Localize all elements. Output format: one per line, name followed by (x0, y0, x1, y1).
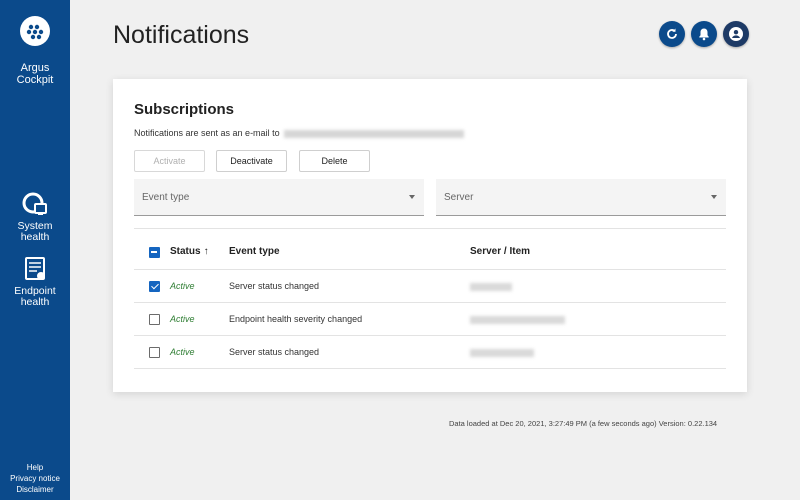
status-cell: Active (170, 281, 195, 291)
help-link[interactable]: Help (0, 462, 70, 473)
row-checkbox[interactable] (149, 347, 160, 358)
privacy-notice-link[interactable]: Privacy notice (0, 473, 70, 484)
top-actions (659, 21, 749, 47)
server-item-cell (470, 314, 565, 324)
select-all-checkbox[interactable] (149, 247, 160, 258)
table-header: Status ↑ Event type Server / Item (134, 235, 726, 270)
account-icon (729, 27, 743, 41)
deactivate-button[interactable]: Deactivate (216, 150, 287, 172)
argus-logo-icon (20, 16, 50, 46)
bell-icon (699, 28, 709, 41)
dropdown-arrow-icon (711, 195, 717, 199)
event-type-column-header: Event type (229, 246, 280, 257)
status-column-header[interactable]: Status ↑ (170, 246, 209, 257)
event-type-placeholder: Event type (142, 192, 190, 203)
sidebar-footer: Help Privacy notice Disclaimer (0, 462, 70, 495)
brand-label: Argus Cockpit (16, 62, 54, 86)
divider (134, 228, 726, 229)
refresh-icon (667, 28, 677, 39)
account-button[interactable] (723, 21, 749, 47)
delete-button[interactable]: Delete (299, 150, 370, 172)
endpoint-health-icon (25, 257, 45, 280)
redacted-server (470, 315, 565, 324)
sidebar-item-label: System health (17, 220, 53, 243)
redacted-server (470, 348, 534, 357)
brand[interactable]: Argus Cockpit (0, 16, 70, 86)
redacted-email (284, 129, 465, 138)
server-select[interactable]: Server (436, 179, 726, 216)
table-row[interactable]: Active Server status changed (134, 336, 726, 369)
row-checkbox[interactable] (149, 314, 160, 325)
data-loaded-info: Data loaded at Dec 20, 2021, 3:27:49 PM … (449, 419, 718, 428)
event-type-cell: Server status changed (229, 347, 320, 357)
status-cell: Active (170, 314, 195, 324)
table-row[interactable]: Active Endpoint health severity changed (134, 303, 726, 336)
notifications-button[interactable] (691, 21, 717, 47)
email-notice: Notifications are sent as an e-mail to (134, 128, 465, 138)
server-placeholder: Server (444, 192, 474, 203)
activate-button[interactable]: Activate (134, 150, 205, 172)
status-cell: Active (170, 347, 195, 357)
server-item-cell (470, 281, 512, 291)
event-type-select[interactable]: Event type (134, 179, 424, 216)
dropdown-arrow-icon (409, 195, 415, 199)
refresh-button[interactable] (659, 21, 685, 47)
sidebar-item-label: Endpoint health (14, 285, 56, 308)
system-health-icon (22, 192, 47, 215)
subscriptions-table: Status ↑ Event type Server / Item Active … (134, 235, 726, 369)
subscriptions-card: Subscriptions Notifications are sent as … (113, 79, 747, 392)
sidebar-item-endpoint-health[interactable]: Endpoint health (0, 255, 70, 308)
server-item-cell (470, 347, 534, 357)
page-title: Notifications (113, 21, 250, 49)
disclaimer-link[interactable]: Disclaimer (0, 484, 70, 495)
sort-ascending-icon: ↑ (203, 246, 209, 257)
row-checkbox[interactable] (149, 281, 160, 292)
card-title: Subscriptions (134, 101, 235, 118)
server-item-column-header: Server / Item (470, 246, 531, 257)
redacted-server (470, 282, 512, 291)
sidebar-item-system-health[interactable]: System health (0, 190, 70, 243)
table-row[interactable]: Active Server status changed (134, 270, 726, 303)
sidebar: Argus Cockpit System health Endpoint hea… (0, 0, 70, 500)
event-type-cell: Server status changed (229, 281, 320, 291)
event-type-cell: Endpoint health severity changed (229, 314, 363, 324)
